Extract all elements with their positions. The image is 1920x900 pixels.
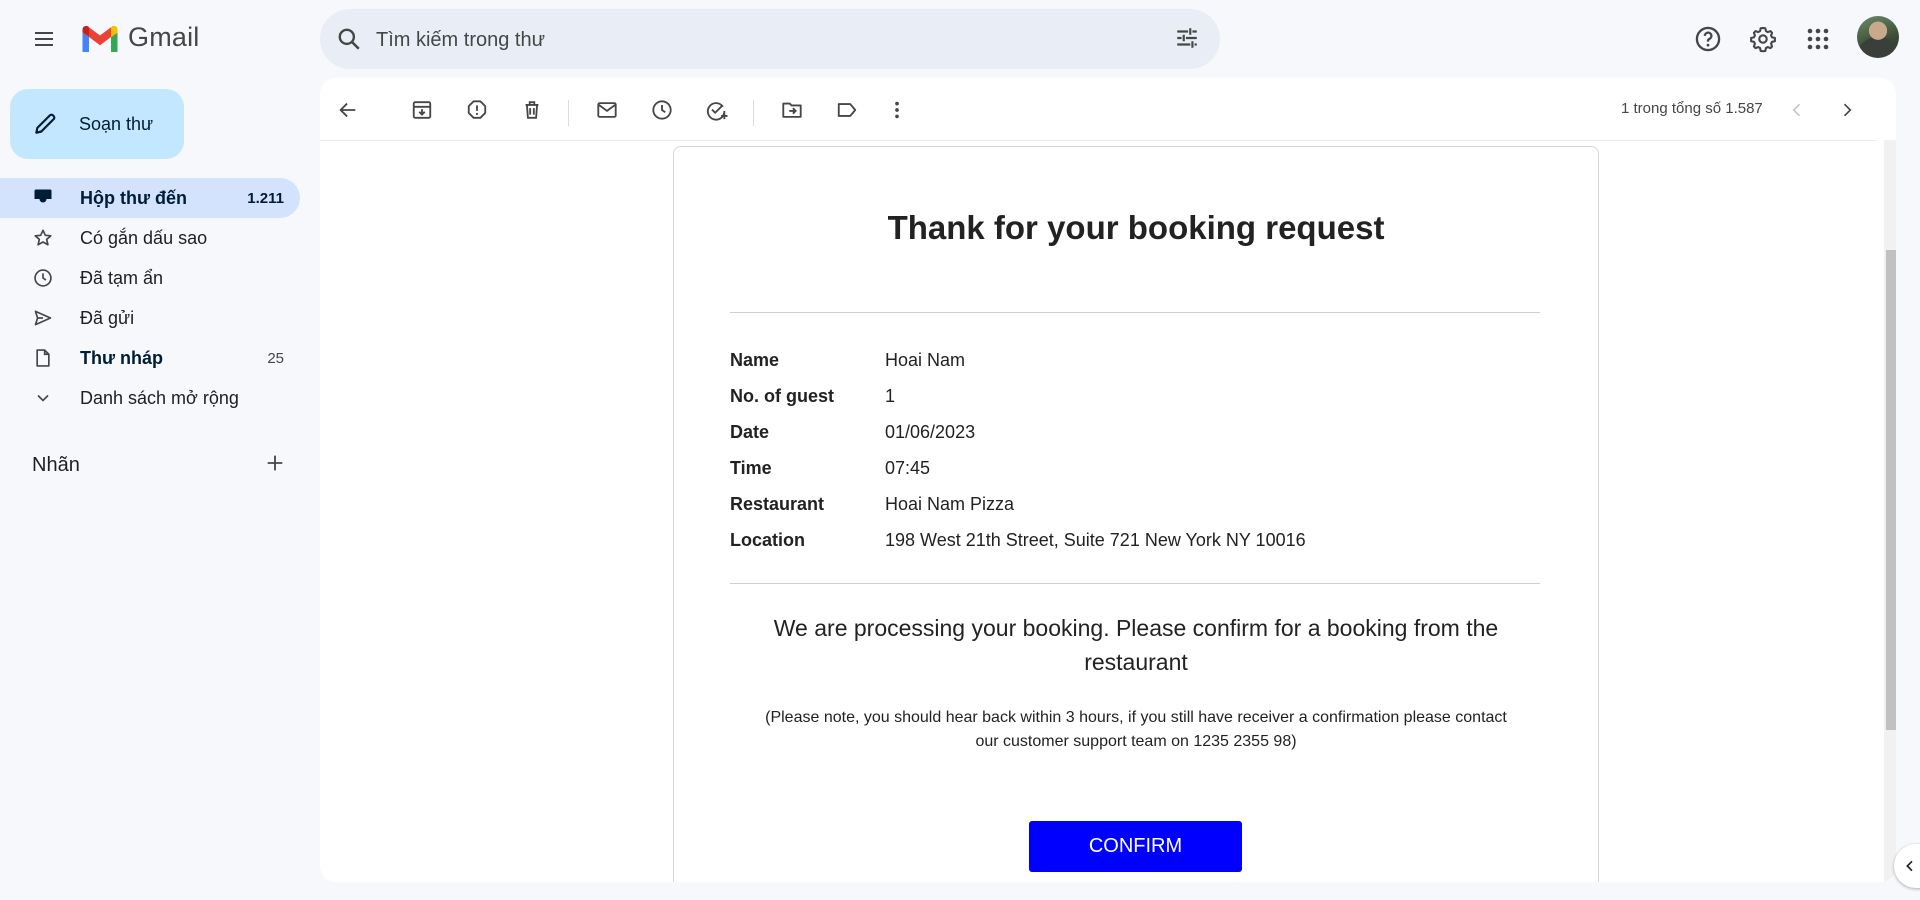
chevron-left-icon [1902,858,1918,874]
add-label-icon[interactable] [264,452,286,474]
add-task-icon[interactable] [702,95,732,125]
archive-icon[interactable] [407,95,437,125]
detail-row-restaurant: Restaurant Hoai Nam Pizza [730,494,1430,530]
older-chevron-right-icon[interactable] [1832,95,1862,125]
sidebar-item-snoozed[interactable]: Đã tạm ẩn [0,258,300,298]
labels-section-header: Nhãn [32,452,292,480]
top-bar: Gmail [0,0,1920,78]
detail-row-date: Date 01/06/2023 [730,422,1430,458]
labels-title: Nhãn [32,454,80,476]
apps-grid-icon[interactable] [1796,17,1840,61]
account-avatar[interactable] [1857,16,1899,58]
unread-count: 1.211 [247,189,284,207]
detail-key: Name [730,350,780,370]
report-spam-icon[interactable] [462,95,492,125]
scrollbar-thumb[interactable] [1886,250,1896,730]
support-note: (Please note, you should hear back withi… [765,709,1507,750]
star-icon [33,228,53,248]
sidebar-item-label: Có gắn dấu sao [80,227,208,248]
label-tag-icon[interactable] [832,95,862,125]
sidebar-item-more[interactable]: Danh sách mở rộng [0,378,300,418]
sidebar-item-label: Danh sách mở rộng [80,387,239,408]
processing-message: We are processing your booking. Please c… [773,615,1499,675]
detail-row-guests: No. of guest 1 [730,386,1430,422]
back-arrow-icon[interactable] [333,95,363,125]
detail-key: No. of guest [730,386,834,406]
help-icon[interactable] [1686,17,1730,61]
more-options-icon[interactable] [882,95,912,125]
main-menu-icon[interactable] [24,21,64,57]
search-icon[interactable] [336,26,362,52]
move-to-folder-icon[interactable] [777,95,807,125]
sidebar-item-label: Hộp thư đến [80,187,188,208]
confirm-button[interactable]: CONFIRM [1029,821,1242,872]
sidebar-item-label: Đã gửi [80,307,135,328]
sidebar-item-sent[interactable]: Đã gửi [0,298,300,338]
sidebar-item-label: Đã tạm ẩn [80,267,164,288]
message-view: 1 trong tổng số 1.587 Thank for your boo… [320,78,1896,882]
message-toolbar: 1 trong tổng số 1.587 [320,78,1876,141]
email-title: Thank for your booking request [887,209,1385,246]
search-bar[interactable] [320,9,1220,69]
gmail-m-icon [80,23,120,53]
toolbar-divider [568,100,569,126]
pagination-status: 1 trong tổng số 1.587 [1621,100,1763,117]
detail-key: Restaurant [730,494,825,514]
detail-row-location: Location 198 West 21th Street, Suite 721… [730,530,1430,566]
settings-gear-icon[interactable] [1741,17,1785,61]
detail-value: 07:45 [885,458,931,478]
detail-key: Time [730,458,772,478]
detail-value: 01/06/2023 [885,422,976,442]
compose-button[interactable]: Soạn thư [10,89,184,159]
detail-value: 198 West 21th Street, Suite 721 New York… [885,530,1306,550]
toolbar-divider [753,100,754,126]
search-input[interactable] [374,17,1138,63]
booking-details: Name Hoai Nam No. of guest 1 Date 01/06/… [730,350,1430,566]
mark-unread-icon[interactable] [592,95,622,125]
divider [730,312,1540,313]
detail-key: Date [730,422,770,442]
detail-value: 1 [885,386,896,406]
compose-label: Soạn thư [79,113,154,134]
sidebar-item-starred[interactable]: Có gắn dấu sao [0,218,300,258]
detail-row-name: Name Hoai Nam [730,350,1430,386]
app-name: Gmail [128,22,200,52]
inbox-icon [33,188,53,208]
search-options-icon[interactable] [1174,25,1200,51]
sidebar-nav: Hộp thư đến 1.211 Có gắn dấu sao Đã tạm … [0,178,300,418]
detail-value: Hoai Nam Pizza [885,494,1015,514]
detail-value: Hoai Nam [885,350,966,370]
gmail-logo[interactable]: Gmail [80,22,200,53]
sidebar-item-inbox[interactable]: Hộp thư đến 1.211 [0,178,300,218]
delete-trash-icon[interactable] [517,95,547,125]
clock-icon [33,268,53,288]
send-icon [33,308,53,328]
chevron-down-icon [33,388,53,408]
detail-key: Location [730,530,805,550]
pencil-icon [32,111,58,137]
side-panel-toggle[interactable] [1894,844,1920,888]
divider [730,583,1540,584]
draft-icon [33,348,53,368]
sidebar-item-label: Thư nháp [80,347,164,368]
detail-row-time: Time 07:45 [730,458,1430,494]
newer-chevron-left-icon[interactable] [1782,95,1812,125]
sidebar-item-drafts[interactable]: Thư nháp 25 [0,338,300,378]
snooze-clock-icon[interactable] [647,95,677,125]
draft-count: 25 [267,349,284,367]
email-body: Thank for your booking request Name Hoai… [673,146,1599,882]
